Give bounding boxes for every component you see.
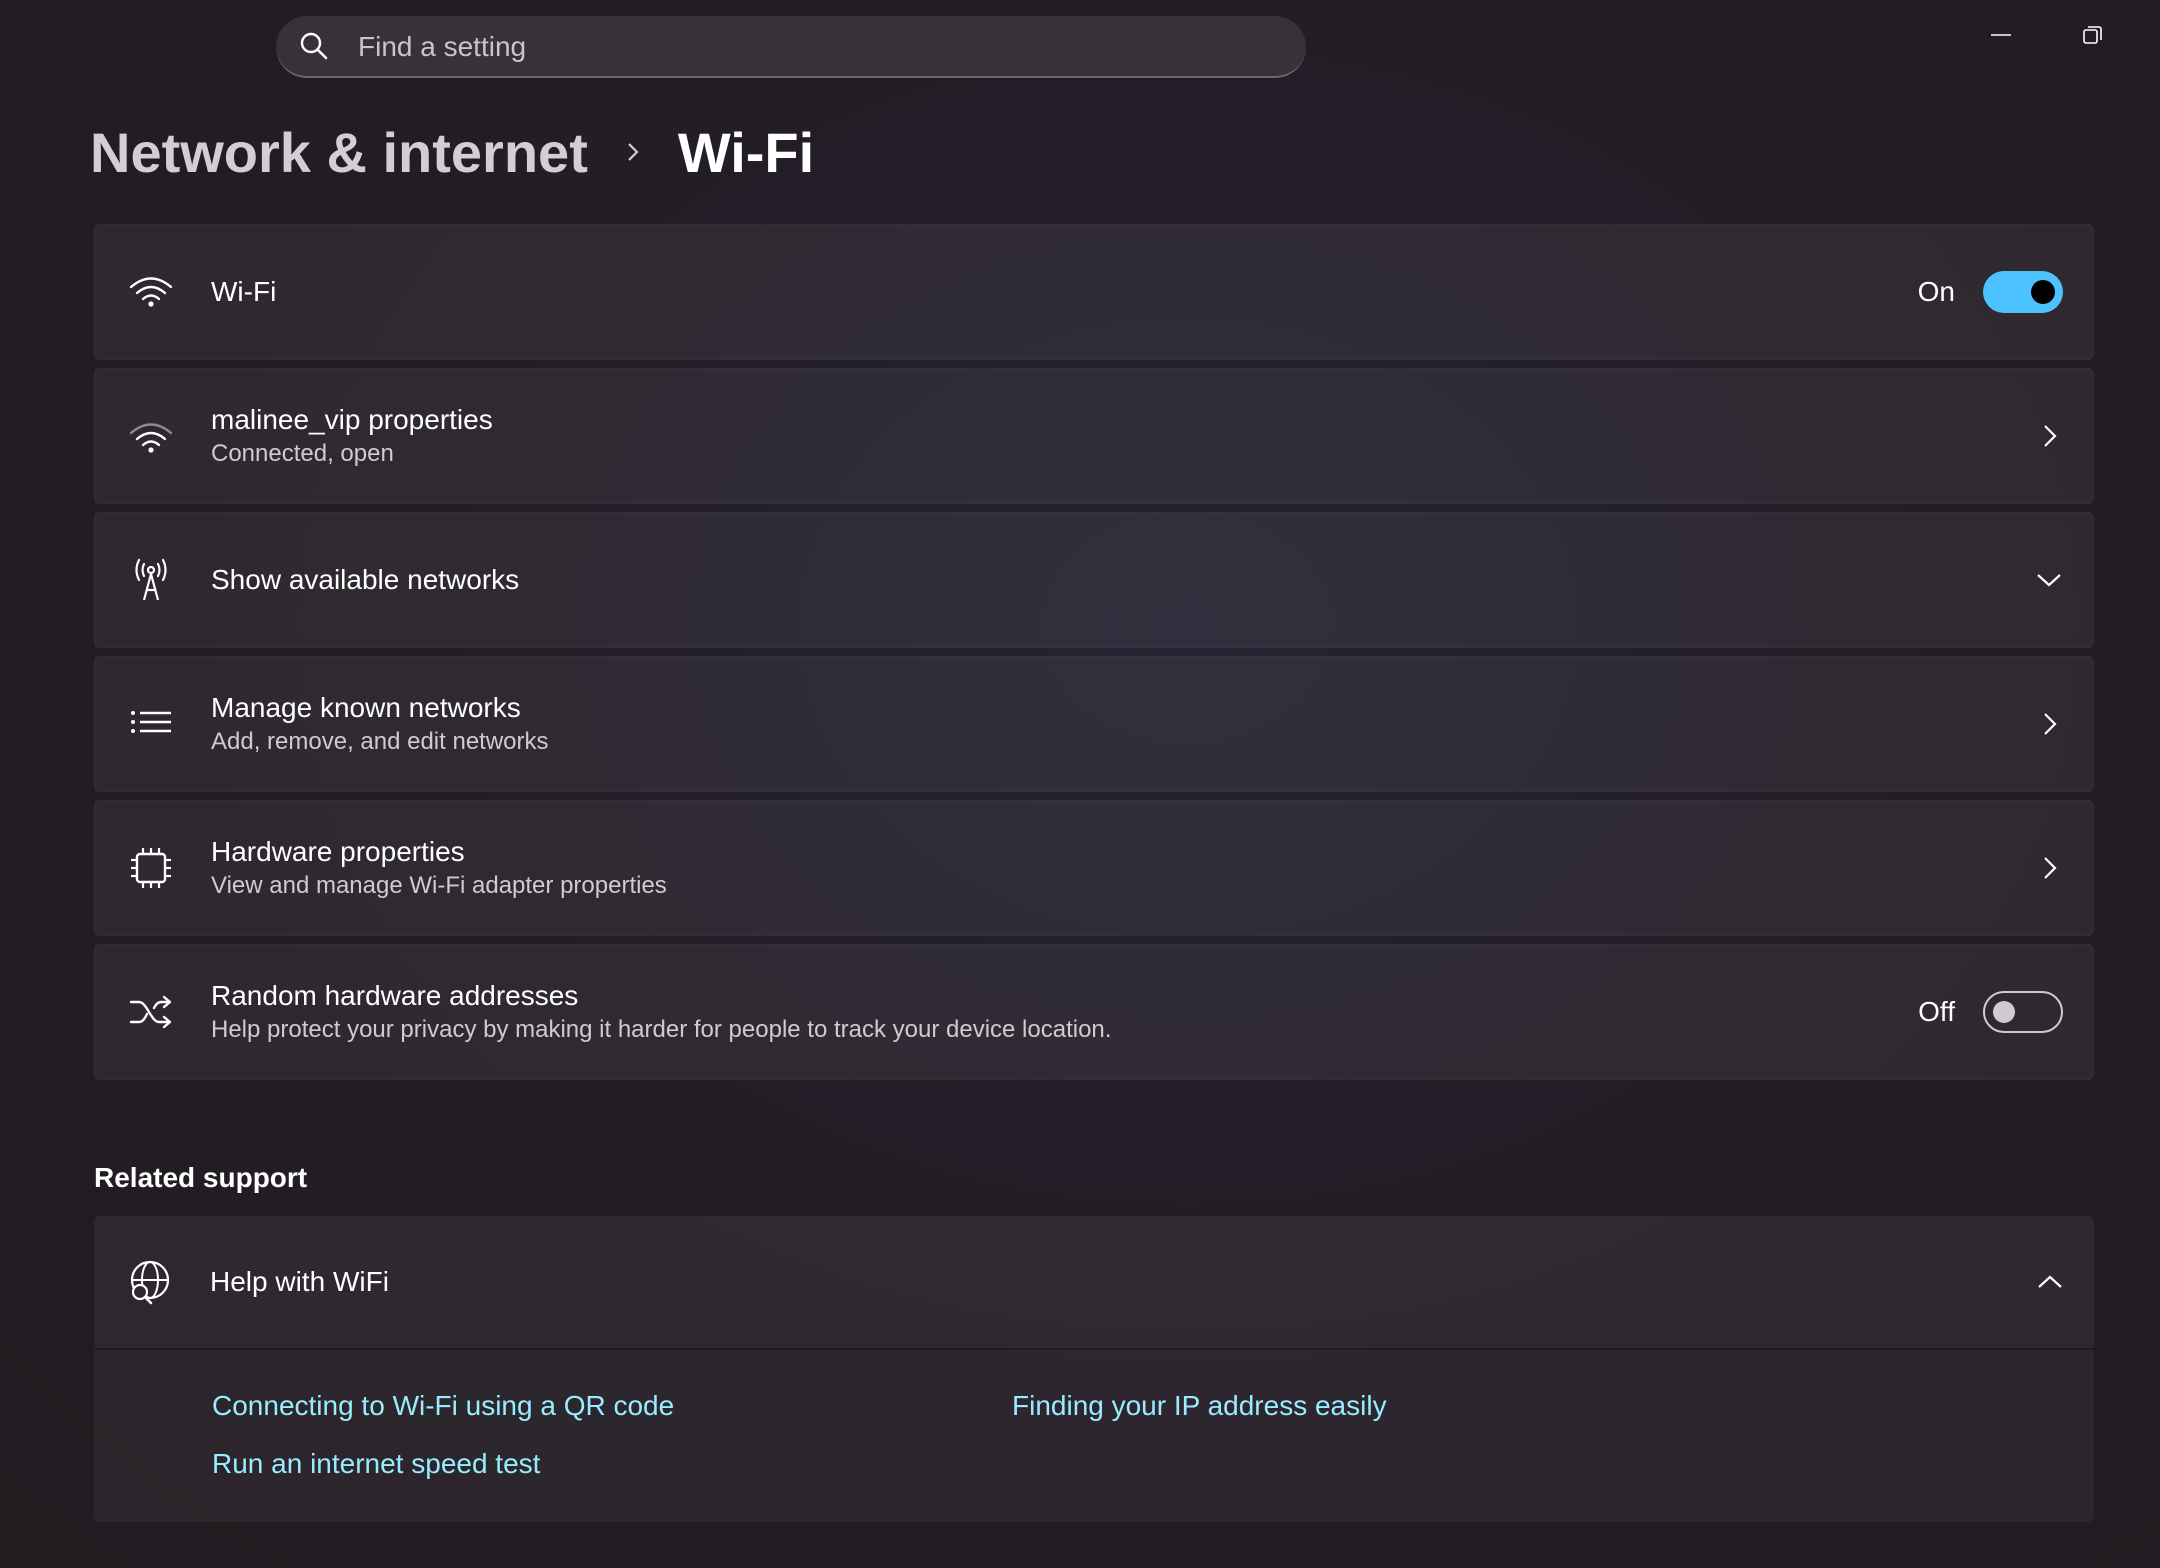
restore-button[interactable] xyxy=(2058,10,2128,60)
link-qr-code[interactable]: Connecting to Wi-Fi using a QR code xyxy=(212,1388,674,1424)
chip-icon xyxy=(131,848,171,888)
random-addresses-toggle[interactable] xyxy=(1983,991,2063,1033)
help-links-panel: Connecting to Wi-Fi using a QR code Find… xyxy=(94,1350,2094,1522)
wifi-icon xyxy=(129,277,173,307)
breadcrumb-parent[interactable]: Network & internet xyxy=(90,120,588,185)
known-networks-title: Manage known networks xyxy=(211,692,521,723)
link-speed-test[interactable]: Run an internet speed test xyxy=(212,1446,540,1482)
breadcrumb: Network & internet Wi-Fi xyxy=(90,112,814,192)
wifi-state-label: On xyxy=(1917,276,1955,307)
wifi-connected-icon xyxy=(129,423,173,453)
related-support-heading: Related support xyxy=(94,1162,308,1193)
link-ip-address[interactable]: Finding your IP address easily xyxy=(1012,1388,1387,1424)
wifi-title: Wi-Fi xyxy=(211,276,277,307)
breadcrumb-chevron-icon xyxy=(588,124,678,180)
chevron-down-icon xyxy=(2037,574,2061,587)
page-title: Wi-Fi xyxy=(677,120,815,184)
chevron-up-icon xyxy=(2038,1275,2062,1288)
search-input[interactable] xyxy=(356,22,1260,72)
available-networks-title: Show available networks xyxy=(211,564,520,595)
wifi-row[interactable]: Wi-Fi On xyxy=(94,224,2094,360)
help-with-wifi-card: Help with WiFi Connecting to Wi-Fi using… xyxy=(94,1216,2094,1522)
help-with-wifi-title: Help with WiFi xyxy=(210,1266,389,1297)
help-with-wifi-header[interactable]: Help with WiFi xyxy=(94,1216,2094,1350)
network-properties-subtitle: Connected, open xyxy=(211,440,394,467)
random-addresses-state-label: Off xyxy=(1918,996,1955,1027)
known-networks-row[interactable]: Manage known networks Add, remove, and e… xyxy=(94,656,2094,792)
known-networks-subtitle: Add, remove, and edit networks xyxy=(211,728,549,755)
list-icon xyxy=(131,711,171,733)
random-addresses-title: Random hardware addresses xyxy=(211,980,579,1011)
network-properties-row[interactable]: malinee_vip properties Connected, open xyxy=(94,368,2094,504)
search-box[interactable] xyxy=(276,16,1306,78)
chevron-right-icon xyxy=(2044,713,2057,735)
chevron-right-icon xyxy=(2044,425,2057,447)
globe-search-icon xyxy=(130,1260,170,1305)
search-icon xyxy=(300,32,328,60)
network-properties-title: malinee_vip properties xyxy=(211,404,493,435)
random-addresses-row[interactable]: Random hardware addresses Help protect y… xyxy=(94,944,2094,1080)
random-addresses-subtitle: Help protect your privacy by making it h… xyxy=(211,1016,1112,1043)
antenna-icon xyxy=(135,558,167,601)
wifi-toggle[interactable] xyxy=(1983,271,2063,313)
shuffle-icon xyxy=(129,995,172,1029)
toggle-knob xyxy=(2031,280,2055,304)
hardware-properties-subtitle: View and manage Wi-Fi adapter properties xyxy=(211,872,667,899)
toggle-knob xyxy=(1993,1001,2015,1023)
minimize-icon xyxy=(1991,34,2011,36)
restore-icon xyxy=(2083,26,2102,44)
hardware-properties-title: Hardware properties xyxy=(211,836,465,867)
hardware-properties-row[interactable]: Hardware properties View and manage Wi-F… xyxy=(94,800,2094,936)
chevron-right-icon xyxy=(2044,857,2057,879)
available-networks-row[interactable]: Show available networks xyxy=(94,512,2094,648)
minimize-button[interactable] xyxy=(1966,10,2036,60)
